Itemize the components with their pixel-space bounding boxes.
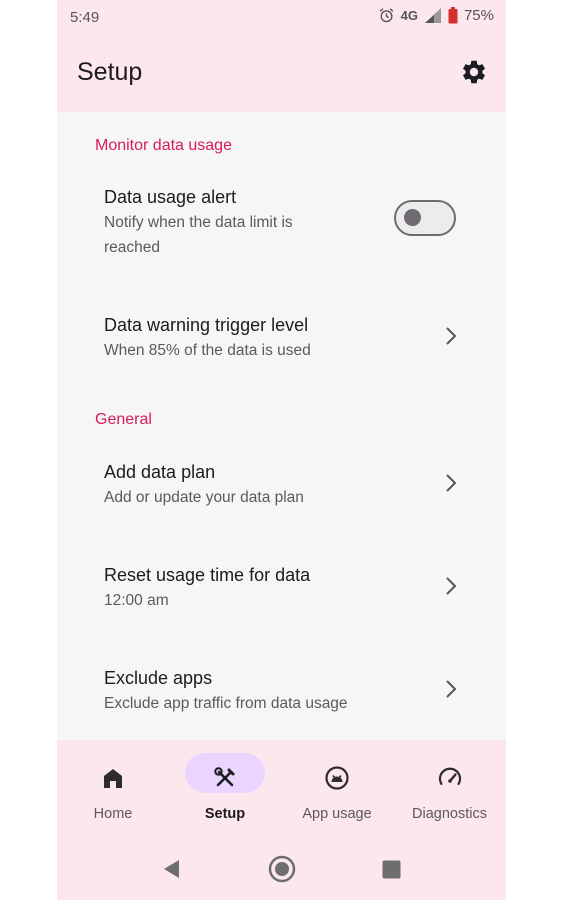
data-usage-alert-subtitle-line2: reached — [104, 239, 161, 256]
recents-icon[interactable] — [382, 860, 401, 879]
home-icon — [104, 769, 122, 788]
system-navigation-bar — [57, 840, 506, 900]
reset-usage-time-title: Reset usage time for data — [104, 565, 311, 585]
data-warning-trigger-subtitle: When 85% of the data is used — [104, 342, 311, 359]
chevron-right-icon — [446, 680, 457, 698]
exclude-apps-subtitle: Exclude app traffic from data usage — [104, 695, 348, 712]
nav-setup[interactable]: Setup — [169, 740, 281, 840]
gear-icon[interactable] — [460, 58, 488, 86]
bottom-navigation: Home Setup App usage Diagnostics — [57, 740, 506, 840]
toggle-knob — [404, 209, 421, 226]
data-warning-trigger-title: Data warning trigger level — [104, 315, 309, 335]
signal-icon — [424, 8, 441, 23]
add-data-plan-title: Add data plan — [104, 462, 216, 482]
page-title: Setup — [77, 58, 143, 86]
network-type: 4G — [400, 8, 418, 23]
chevron-right-icon — [446, 474, 457, 492]
nav-diagnostics-label: Diagnostics — [412, 806, 487, 822]
section-header-general: General — [95, 411, 152, 428]
status-bar: 5:49 4G 75% — [57, 0, 506, 36]
phone-screen: 5:49 4G 75% Setup Monitor data usage Dat… — [57, 0, 506, 900]
status-time: 5:49 — [70, 9, 100, 26]
status-icons: 4G 75% — [378, 7, 494, 24]
data-usage-alert-toggle[interactable] — [394, 200, 456, 236]
back-icon[interactable] — [161, 858, 181, 880]
app-bar: Setup — [57, 36, 506, 112]
section-header-monitor: Monitor data usage — [95, 137, 232, 154]
chevron-right-icon — [446, 327, 457, 345]
chevron-right-icon — [446, 577, 457, 595]
speedometer-icon — [438, 767, 461, 786]
tools-icon — [214, 767, 235, 787]
nav-app-usage[interactable]: App usage — [281, 740, 393, 840]
nav-diagnostics[interactable]: Diagnostics — [393, 740, 506, 840]
exclude-apps-row[interactable]: Exclude apps Exclude app traffic from da… — [57, 668, 506, 722]
reset-usage-time-row[interactable]: Reset usage time for data 12:00 am — [57, 565, 506, 619]
app-usage-icon — [325, 766, 349, 790]
nav-app-usage-label: App usage — [302, 806, 372, 822]
home-circle-icon[interactable] — [268, 855, 296, 883]
nav-setup-label: Setup — [204, 806, 246, 822]
data-usage-alert-title: Data usage alert — [104, 187, 237, 207]
add-data-plan-row[interactable]: Add data plan Add or update your data pl… — [57, 462, 506, 516]
reset-usage-time-subtitle: 12:00 am — [104, 592, 169, 609]
nav-home[interactable]: Home — [57, 740, 169, 840]
nav-home-label: Home — [93, 806, 133, 822]
battery-percent: 75% — [463, 7, 494, 24]
alarm-icon — [379, 8, 393, 23]
battery-icon — [448, 7, 458, 24]
exclude-apps-title: Exclude apps — [104, 668, 213, 688]
data-warning-trigger-row[interactable]: Data warning trigger level When 85% of t… — [57, 315, 506, 369]
data-usage-alert-subtitle-line1: Notify when the data limit is — [104, 214, 293, 231]
add-data-plan-subtitle: Add or update your data plan — [104, 489, 304, 506]
